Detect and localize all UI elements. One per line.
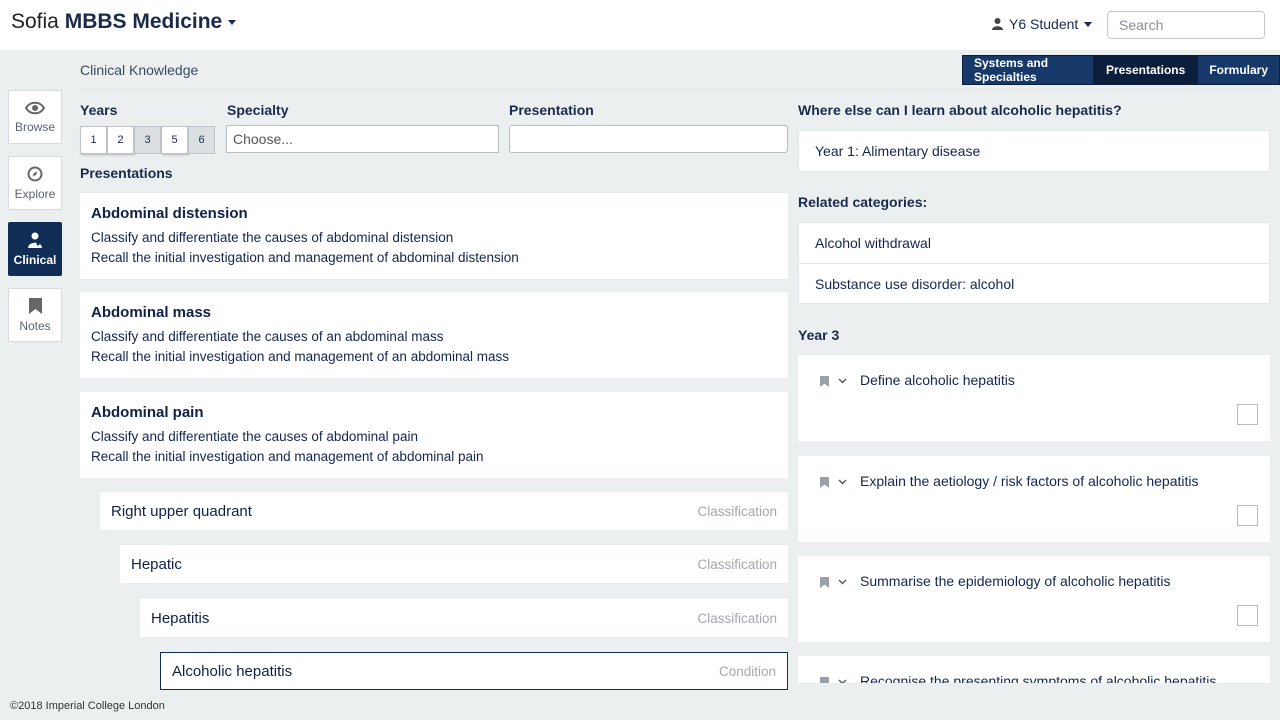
related-heading: Related categories: <box>798 194 928 210</box>
specialty-label: Specialty <box>227 102 289 118</box>
objective-text: Summarise the epidemiology of alcoholic … <box>860 573 1171 589</box>
tree-node-label: Right upper quadrant <box>111 502 252 520</box>
app-brand-menu[interactable]: Sofia MBBS Medicine <box>11 10 237 34</box>
years-toggle-group: 1 2 3 5 6 <box>80 126 215 154</box>
sidebar-item-explore[interactable]: Explore <box>8 156 62 210</box>
learn-list: Year 1: Alimentary disease <box>798 130 1270 172</box>
compass-icon <box>27 166 43 181</box>
footer-copyright: ©2018 Imperial College London <box>10 700 165 712</box>
presentation-objective: Classify and differentiate the causes of… <box>91 329 444 344</box>
tree-node-hepatic[interactable]: Hepatic Classification <box>120 545 788 583</box>
presentations-heading: Presentations <box>80 165 173 181</box>
tree-node-kind: Classification <box>697 503 777 519</box>
objective-checkbox[interactable] <box>1237 404 1258 425</box>
presentation-objective: Recall the initial investigation and man… <box>91 449 484 464</box>
tab-formulary[interactable]: Formulary <box>1197 55 1280 85</box>
learn-link[interactable]: Year 1: Alimentary disease <box>799 131 1269 171</box>
presentation-card[interactable]: Abdominal pain Classify and differentiat… <box>80 392 788 478</box>
presentation-title: Abdominal pain <box>91 404 204 421</box>
objective-checkbox[interactable] <box>1237 605 1258 626</box>
top-navbar: Sofia MBBS Medicine Y6 Student <box>0 0 1280 50</box>
bookmark-icon[interactable] <box>820 577 829 588</box>
learn-heading: Where else can I learn about alcoholic h… <box>798 102 1122 118</box>
eye-icon <box>25 101 45 114</box>
year-toggle-6[interactable]: 6 <box>188 126 215 154</box>
objective-card: Explain the aetiology / risk factors of … <box>798 456 1270 542</box>
sidebar-item-label: Browse <box>14 119 55 134</box>
objective-text: Explain the aetiology / risk factors of … <box>860 473 1199 489</box>
tree-node-label: Hepatic <box>131 555 182 573</box>
related-list: Alcohol withdrawal Substance use disorde… <box>798 222 1270 304</box>
caret-down-icon <box>228 19 237 25</box>
tab-systems-and-specialties[interactable]: Systems and Specialties <box>962 55 1094 85</box>
presentation-title: Abdominal mass <box>91 304 212 321</box>
user-label: Y6 Student <box>1009 16 1079 32</box>
objective-card: Summarise the epidemiology of alcoholic … <box>798 556 1270 642</box>
caret-down-icon <box>1084 21 1093 27</box>
tree-node-alcoholic-hepatitis[interactable]: Alcoholic hepatitis Condition <box>160 652 788 690</box>
presentation-objective: Recall the initial investigation and man… <box>91 250 519 265</box>
tab-presentations[interactable]: Presentations <box>1093 55 1198 85</box>
sidebar-item-label: Clinical <box>13 252 57 267</box>
tree-node-kind: Classification <box>697 610 777 626</box>
chevron-down-icon[interactable] <box>838 577 847 586</box>
divider <box>80 89 1270 90</box>
tree-node-label: Hepatitis <box>151 609 210 627</box>
objective-card: Define alcoholic hepatitis <box>798 355 1270 441</box>
tree-node-right-upper-quadrant[interactable]: Right upper quadrant Classification <box>100 492 788 530</box>
sidebar-item-notes[interactable]: Notes <box>8 288 62 342</box>
sidebar-item-label: Notes <box>19 318 51 333</box>
bookmark-icon[interactable] <box>820 376 829 387</box>
bookmark-icon[interactable] <box>820 477 829 488</box>
year-toggle-1[interactable]: 1 <box>80 126 107 154</box>
bookmark-icon[interactable] <box>820 677 829 683</box>
presentation-objective: Recall the initial investigation and man… <box>91 349 509 364</box>
objective-checkbox[interactable] <box>1237 505 1258 526</box>
search-input[interactable] <box>1107 11 1265 39</box>
years-label: Years <box>80 102 118 118</box>
brand-bold-text: MBBS Medicine <box>64 10 223 33</box>
objective-text: Recognise the presenting symptoms of alc… <box>860 673 1217 683</box>
user-menu[interactable]: Y6 Student <box>992 16 1093 32</box>
chevron-down-icon[interactable] <box>838 677 847 683</box>
sidebar-item-clinical[interactable]: Clinical <box>8 222 62 276</box>
user-icon <box>992 18 1003 30</box>
bookmark-icon <box>28 297 42 314</box>
year-toggle-3[interactable]: 3 <box>134 126 161 154</box>
related-category-link[interactable]: Substance use disorder: alcohol <box>799 263 1269 303</box>
tree-node-label: Alcoholic hepatitis <box>172 662 293 680</box>
specialty-select[interactable] <box>226 125 499 153</box>
tree-node-hepatitis[interactable]: Hepatitis Classification <box>140 599 788 637</box>
view-switcher: Systems and Specialties Presentations Fo… <box>962 55 1280 85</box>
presentation-objective: Classify and differentiate the causes of… <box>91 230 454 245</box>
brand-light-text: Sofia <box>11 10 59 33</box>
presentation-card[interactable]: Abdominal mass Classify and differentiat… <box>80 292 788 378</box>
presentation-input[interactable] <box>509 125 788 153</box>
presentation-objective: Classify and differentiate the causes of… <box>91 429 418 444</box>
presentation-card[interactable]: Abdominal distension Classify and differ… <box>80 193 788 279</box>
presentation-title: Abdominal distension <box>91 205 248 222</box>
chevron-down-icon[interactable] <box>838 376 847 385</box>
year-toggle-5[interactable]: 5 <box>161 126 188 154</box>
breadcrumb: Clinical Knowledge <box>80 62 199 78</box>
tree-node-kind: Classification <box>697 556 777 572</box>
objectives-scroll-area[interactable]: Define alcoholic hepatitis Explain the a… <box>798 355 1270 683</box>
sidebar-item-label: Explore <box>14 186 56 201</box>
year-toggle-2[interactable]: 2 <box>107 126 134 154</box>
doctor-icon <box>28 232 42 248</box>
objective-text: Define alcoholic hepatitis <box>860 372 1015 388</box>
sidebar-item-browse[interactable]: Browse <box>8 90 62 144</box>
year-heading: Year 3 <box>798 327 840 343</box>
chevron-down-icon[interactable] <box>838 477 847 486</box>
related-category-link[interactable]: Alcohol withdrawal <box>799 223 1269 263</box>
tree-node-kind: Condition <box>718 663 776 679</box>
presentation-label: Presentation <box>509 102 594 118</box>
objective-card: Recognise the presenting symptoms of alc… <box>798 656 1270 683</box>
